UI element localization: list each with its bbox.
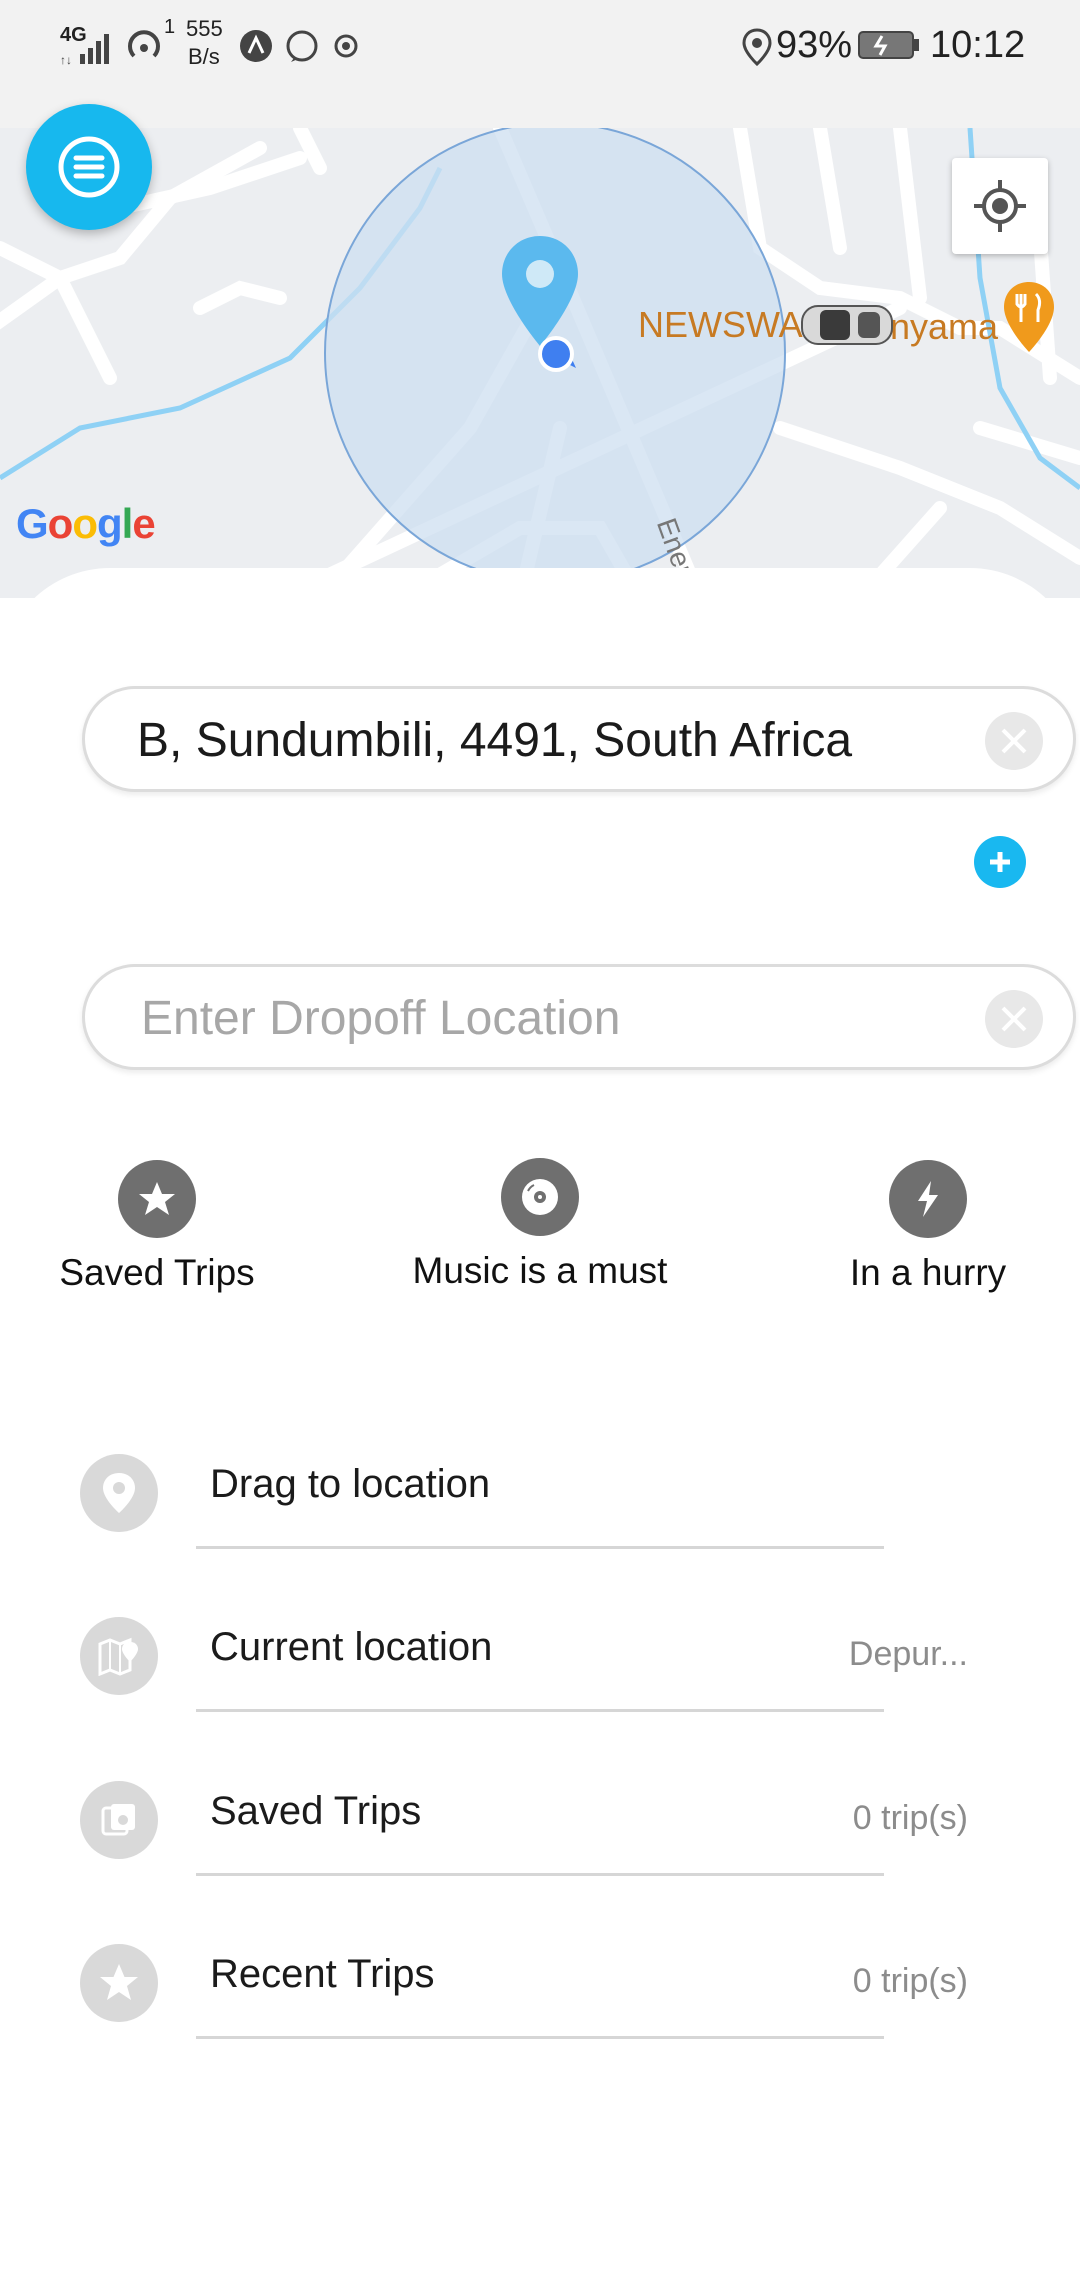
- car-icon: [801, 305, 893, 345]
- divider: [196, 1873, 884, 1876]
- list-item-title: Recent Trips: [210, 1952, 435, 1996]
- speed-value: 555: [186, 16, 223, 41]
- pickup-input[interactable]: [137, 707, 977, 773]
- menu-icon: [58, 136, 120, 198]
- close-icon: [1001, 1006, 1027, 1032]
- close-icon: [1001, 728, 1027, 754]
- list-item-title: Drag to location: [210, 1462, 491, 1506]
- list-item-recent-trips[interactable]: Recent Trips 0 trip(s): [0, 1924, 1080, 2084]
- crosshair-icon: [974, 180, 1026, 232]
- google-logo: Google: [16, 500, 156, 547]
- star-icon: [80, 1944, 158, 2022]
- feature-label: In a hurry: [849, 1252, 1007, 1293]
- notification-icons: [240, 30, 358, 62]
- location-status-icon: [742, 28, 772, 66]
- disc-icon: [501, 1158, 579, 1236]
- signal-icon: ↑↓: [60, 34, 109, 66]
- restaurant-pin-icon: [1004, 282, 1054, 352]
- feature-in-a-hurry[interactable]: In a hurry: [778, 1160, 1078, 1294]
- divider: [196, 1546, 884, 1549]
- poi-label: nyama: [890, 306, 999, 347]
- lightning-icon: [889, 1160, 967, 1238]
- pickup-pin-icon: [502, 236, 578, 372]
- status-bar: 4G ↑↓ 1 555 B/s 93% 10:12: [0, 0, 1080, 128]
- list-item-meta: 0 trip(s): [852, 1962, 968, 2000]
- svg-text:↑↓: ↑↓: [60, 53, 72, 66]
- feature-label: Saved Trips: [59, 1252, 255, 1293]
- list-item-drag-to-location[interactable]: Drag to location: [0, 1434, 1080, 1594]
- my-location-button[interactable]: [952, 158, 1048, 254]
- menu-button[interactable]: [26, 104, 152, 230]
- battery-percent: 93%: [776, 24, 853, 66]
- dropoff-input[interactable]: [141, 985, 941, 1051]
- list-item-title: Current location: [210, 1625, 493, 1669]
- clear-dropoff-button[interactable]: [985, 990, 1043, 1048]
- list-item-current-location[interactable]: Current location Depur...: [0, 1597, 1080, 1757]
- star-icon: [118, 1160, 196, 1238]
- feature-saved-trips[interactable]: Saved Trips: [7, 1160, 307, 1294]
- saved-icon: [80, 1781, 158, 1859]
- pin-icon: [80, 1454, 158, 1532]
- hotspot-count: 1: [164, 16, 176, 38]
- clear-pickup-button[interactable]: [985, 712, 1043, 770]
- battery-icon: [858, 31, 919, 59]
- speed-unit: B/s: [188, 44, 220, 69]
- feature-music[interactable]: Music is a must: [390, 1158, 690, 1292]
- plus-icon: [990, 852, 1010, 872]
- list-item-meta: Depur...: [848, 1635, 968, 1673]
- clock: 10:12: [930, 24, 1026, 66]
- poi-label: NEWSWA: [638, 304, 803, 345]
- list-item-meta: 0 trip(s): [852, 1799, 968, 1837]
- pickup-field[interactable]: [82, 686, 1076, 792]
- divider: [196, 1709, 884, 1712]
- add-stop-button[interactable]: [974, 836, 1026, 888]
- divider: [196, 2036, 884, 2039]
- list-item-title: Saved Trips: [210, 1789, 422, 1833]
- list-item-saved-trips[interactable]: Saved Trips 0 trip(s): [0, 1761, 1080, 1921]
- map-pin-icon: [80, 1617, 158, 1695]
- map-view[interactable]: NEWSWA nyama Ener Google: [0, 128, 1080, 598]
- dropoff-field[interactable]: [82, 964, 1076, 1070]
- feature-label: Music is a must: [412, 1250, 668, 1291]
- hotspot-icon: [128, 30, 160, 58]
